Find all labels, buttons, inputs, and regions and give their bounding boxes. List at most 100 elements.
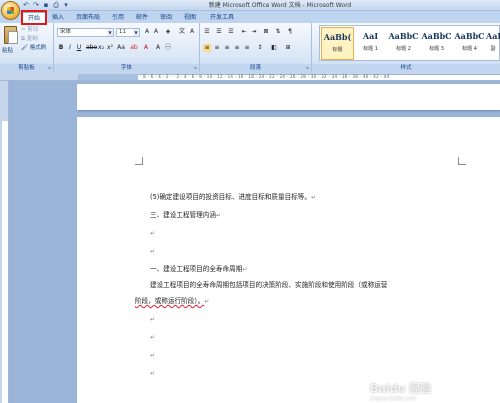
tab-page-layout[interactable]: 页面布局 [72,12,104,23]
tab-developer[interactable]: 开发工具 [206,12,238,23]
style-item[interactable]: AaBbC 标题 2 [387,27,420,60]
numbering-icon[interactable]: ☰ [215,28,223,36]
crop-mark [135,157,143,165]
paragraph-mark: ↵ [150,248,156,255]
show-marks-icon[interactable]: ¶ [286,28,294,36]
style-sample: AaBbC [454,31,485,41]
tab-review[interactable]: 审阅 [156,12,176,23]
style-name: 标题 2 [396,46,411,52]
font-color-icon[interactable]: A [142,44,150,52]
clipboard-group: 粘贴 ✂ 剪切 ⧉ 复制 🖌 格式刷 剪贴板 ↘ [0,23,54,72]
cut-button[interactable]: ✂ 剪切 [21,26,38,34]
paragraph[interactable]: ↵ [150,228,155,239]
shrink-font-icon[interactable]: A [152,28,160,36]
decrease-indent-icon[interactable]: ⇤ [240,28,248,36]
style-sample: AaI [362,31,379,41]
font-launcher-icon[interactable]: ↘ [192,65,198,71]
document-area[interactable]: (5)确定建设项目的投资目标、进度目标和质量目标等。↵ 三、建设工程管理内涵↵ … [9,81,500,403]
format-painter-button[interactable]: 🖌 格式刷 [21,44,46,52]
underline-icon[interactable]: U [75,44,83,52]
superscript-icon[interactable]: x² [106,44,114,52]
chinese-layout-icon[interactable]: ⊠ [262,28,270,36]
office-button[interactable] [1,1,20,20]
quick-access-toolbar: ↶ ↷ ▪ ⎙ ▾ [22,1,70,10]
align-right-icon[interactable]: ≡ [223,44,231,52]
copy-button[interactable]: ⧉ 复制 [21,35,38,43]
style-sample: AaBb( [486,31,500,41]
paragraph[interactable]: 三、建设工程管理内涵↵ [150,210,221,221]
char-border-icon[interactable]: A [188,28,196,36]
paragraph-group-label: 段落 [200,64,311,72]
font-size-select[interactable]: 11 ▼ [116,28,140,37]
distribute-icon[interactable]: ≡ [243,44,251,52]
clipboard-launcher-icon[interactable]: ↘ [46,65,52,71]
paragraph-text: 建设工程项目的全寿命周期包括项目的决策阶段、实施阶段和使用阶段（或称运营 [150,281,388,289]
vertical-ruler[interactable] [0,81,9,403]
align-left-icon[interactable]: ≡ [203,44,211,52]
save-icon[interactable]: ▪ [42,1,50,9]
undo-icon[interactable]: ↶ [22,1,30,9]
italic-icon[interactable]: I [66,44,74,52]
line-spacing-icon[interactable]: ↕ [256,44,264,52]
grow-font-icon[interactable]: A [143,28,151,36]
customize-icon[interactable]: ▾ [62,1,70,9]
crop-mark [458,157,466,165]
paragraph-mark: ↵ [242,266,248,273]
sort-icon[interactable]: ⇅ [274,28,282,36]
paragraph[interactable]: 建设工程项目的全寿命周期包括项目的决策阶段、实施阶段和使用阶段（或称运营 [150,280,387,290]
paragraph-text: 阶段，或称运行阶段）。 [135,297,205,305]
window-title: 新建 Microsoft Office Word 文档 - Microsoft … [208,2,352,9]
tab-view[interactable]: 视图 [180,12,200,23]
paragraph[interactable]: ↵ [150,314,155,325]
borders-icon[interactable]: ⊞ [284,44,292,52]
align-center-icon[interactable]: ≡ [213,44,221,52]
style-item[interactable]: AaI 标题 1 [354,27,387,60]
paragraph-mark: ↵ [204,298,210,305]
watermark-url: jingyan.baidu.com [370,396,417,402]
paragraph[interactable]: ↵ [150,246,155,257]
increase-indent-icon[interactable]: ⇥ [250,28,258,36]
strikethrough-icon[interactable]: abe [86,44,97,52]
paste-icon[interactable] [4,26,18,44]
enclose-char-icon[interactable]: ㊀ [164,44,172,52]
tab-insert[interactable]: 插入 [48,12,68,23]
horizontal-ruler[interactable]: · 8 · 6 · 4 · 2 · · 2 · 4 · 6 · 8 · 10 ·… [0,72,500,81]
document-page[interactable]: (5)确定建设项目的投资目标、进度目标和质量目标等。↵ 三、建设工程管理内涵↵ … [77,117,500,403]
bullets-icon[interactable]: ☰ [203,28,211,36]
change-case-icon[interactable]: Aa [117,44,125,52]
shading-icon[interactable]: ◧ [270,44,278,52]
ruler-ticks: · 8 · 6 · 4 · 2 · · 2 · 4 · 6 · 8 · 10 ·… [140,74,390,79]
style-sample: AaBb( [323,32,352,42]
paragraph-mark: ↵ [150,230,156,237]
paragraph[interactable]: ↵ [150,332,155,343]
paragraph[interactable]: 一、建设工程项目的全寿命周期↵ [150,264,247,275]
style-item[interactable]: AaBb(标题 [321,27,354,60]
paragraph-launcher-icon[interactable]: ↘ [304,65,310,71]
justify-icon[interactable]: ≡ [233,44,241,52]
print-icon[interactable]: ⎙ [52,1,60,9]
style-item[interactable]: AaBbC 标题 4 [453,27,486,60]
bold-icon[interactable]: B [57,44,65,52]
clear-format-icon[interactable]: ◈ [164,28,172,36]
style-item[interactable]: AaBbC 标题 3 [420,27,453,60]
font-name-select[interactable]: 宋体 ▼ [57,28,114,37]
ruler-margin [78,74,138,80]
paragraph-mark: ↵ [150,352,156,359]
highlight-color-icon[interactable]: ab [130,44,138,52]
tab-mailings[interactable]: 邮件 [132,12,152,23]
paragraph[interactable]: 阶段，或称运行阶段）。↵ [135,296,209,307]
redo-icon[interactable]: ↷ [32,1,40,9]
phonetic-icon[interactable]: 文 [178,28,186,36]
paragraph-text: 一、建设工程项目的全寿命周期 [150,265,243,273]
paragraph[interactable]: (5)确定建设项目的投资目标、进度目标和质量目标等。↵ [150,192,316,203]
paste-button[interactable]: 粘贴 [2,46,13,54]
tab-references[interactable]: 引用 [108,12,128,23]
char-shading-icon[interactable]: A [154,44,162,52]
multilevel-list-icon[interactable]: ☰ [227,28,235,36]
vertical-ruler-body [2,121,8,403]
style-item[interactable]: AaBb(副 [486,27,500,60]
paragraph[interactable]: ↵ [150,350,155,361]
paragraph-text: (5)确定建设项目的投资目标、进度目标和质量目标等。 [150,193,311,201]
paragraph[interactable]: ↵ [150,368,155,379]
subscript-icon[interactable]: x₂ [97,44,105,52]
